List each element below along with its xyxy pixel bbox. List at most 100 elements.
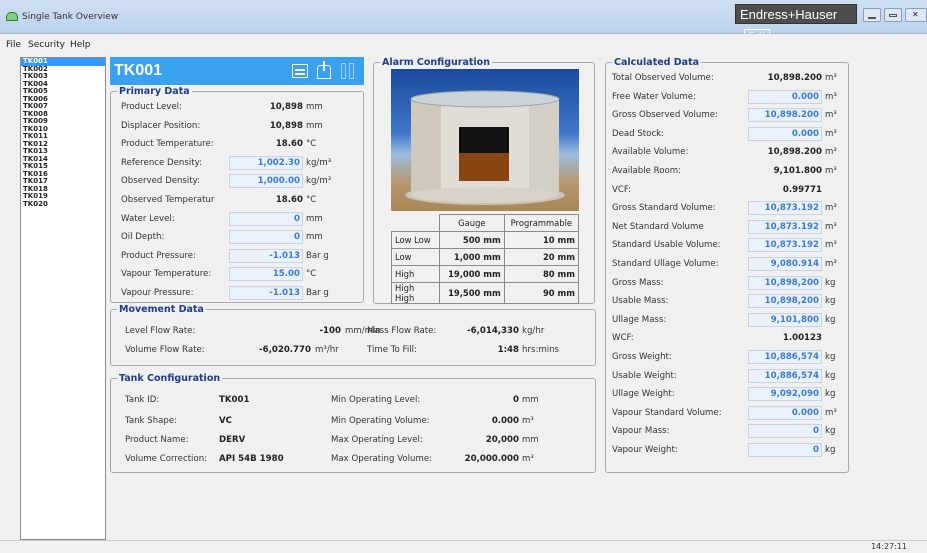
calculated-value: 10,898.200 bbox=[748, 108, 822, 123]
primary-value: -1.013 bbox=[229, 248, 303, 263]
primary-value: -1.013 bbox=[229, 286, 303, 300]
primary-value: 10,898 bbox=[269, 120, 303, 131]
calculated-unit: m³ bbox=[825, 259, 837, 269]
calculated-value: 9,092,090 bbox=[748, 387, 822, 402]
min-level-value: 0 bbox=[513, 395, 519, 405]
level-flow-label: Level Flow Rate: bbox=[125, 326, 196, 336]
max-level-label: Max Operating Level: bbox=[331, 435, 423, 445]
alarm-cell-label: Low bbox=[391, 248, 440, 266]
calculated-value: 0.000 bbox=[748, 89, 822, 104]
primary-unit: kg/m³ bbox=[306, 176, 332, 187]
calculated-unit: m³ bbox=[825, 203, 837, 214]
calculated-value: 0.000 bbox=[748, 405, 822, 420]
title-bar: Single Tank Overview Endress+Hauser E+H … bbox=[0, 0, 927, 43]
time-to-fill-label: Time To Fill: bbox=[367, 345, 417, 355]
alarm-cell-prog: 10 mm bbox=[503, 231, 580, 249]
menu-bar: File Security Help bbox=[0, 34, 927, 56]
close-button[interactable]: ✕ bbox=[905, 8, 927, 22]
calculated-label: Dead Stock: bbox=[612, 128, 665, 139]
tank-id-label: Tank ID: bbox=[125, 395, 160, 405]
primary-label: Vapour Pressure: bbox=[121, 288, 194, 298]
menu-security[interactable]: Security bbox=[28, 40, 65, 50]
calculated-label: Available Room: bbox=[612, 166, 681, 176]
calculated-value: 0 bbox=[748, 424, 822, 439]
primary-data-group: Primary Data Product Level: 10,898 mm Displ… bbox=[110, 86, 364, 303]
tank-config-title: Tank Configuration bbox=[117, 373, 223, 384]
volume-correction-value: API 54B 1980 bbox=[219, 454, 284, 464]
tank-list[interactable]: TK001 TK002 TK003 TK004 TK005 TK006 TK007 TK008… bbox=[20, 57, 106, 540]
alarm-cell-gauge: 1,000 mm bbox=[439, 248, 505, 266]
calculated-unit: m³ bbox=[825, 166, 837, 176]
primary-value: 18.60 bbox=[275, 195, 303, 205]
alarm-row: Low 1,000 mm 20 mm bbox=[391, 248, 580, 266]
calculated-label: Vapour Mass: bbox=[612, 426, 670, 437]
calculated-value: 0.99771 bbox=[782, 184, 822, 195]
alarm-config-title: Alarm Configuration bbox=[380, 57, 492, 68]
max-level-unit: mm bbox=[522, 435, 539, 445]
alarm-cell-label: High bbox=[391, 265, 440, 283]
minimize-button[interactable] bbox=[863, 8, 881, 22]
primary-label: Displacer Position: bbox=[121, 120, 201, 131]
calculated-unit: kg bbox=[825, 426, 836, 437]
primary-unit: mm bbox=[306, 102, 323, 112]
list-view-icon[interactable] bbox=[290, 61, 310, 81]
mass-flow-unit: kg/hr bbox=[522, 326, 545, 336]
tank-config-group: Tank Configuration Tank ID: TK001 Tank S… bbox=[110, 373, 596, 473]
primary-unit: kg/m³ bbox=[306, 157, 332, 168]
tank-illustration bbox=[405, 90, 565, 205]
calculated-unit: m³ bbox=[825, 147, 837, 158]
calculated-value: 10,873.192 bbox=[748, 219, 822, 234]
calculated-value: 10,898,200 bbox=[748, 275, 822, 290]
calculated-value: 10,898,200 bbox=[748, 294, 822, 309]
tank-view-icon[interactable] bbox=[314, 61, 334, 81]
calculated-unit: m³ bbox=[825, 73, 837, 83]
calculated-unit: m³ bbox=[825, 110, 837, 121]
alarm-cell-gauge: 19,000 mm bbox=[439, 265, 505, 283]
alarm-row: High 19,000 mm 80 mm bbox=[391, 265, 580, 283]
calculated-label: Total Observed Volume: bbox=[612, 73, 714, 83]
tank-product-indicator bbox=[459, 153, 509, 181]
calculated-unit: kg bbox=[825, 370, 836, 381]
calculated-value: 10,886,574 bbox=[748, 350, 822, 364]
menu-help[interactable]: Help bbox=[70, 40, 91, 50]
min-volume-label: Min Operating Volume: bbox=[331, 416, 430, 426]
alarm-cell-gauge: 19,500 mm bbox=[439, 282, 505, 304]
calculated-label: Ullage Mass: bbox=[612, 314, 667, 325]
alarm-row: High High 19,500 mm 90 mm bbox=[391, 282, 580, 304]
calculated-label: Standard Ullage Volume: bbox=[612, 259, 719, 269]
primary-unit: °C bbox=[306, 195, 317, 205]
primary-label: Observed Temperatur bbox=[121, 195, 215, 205]
movement-data-group: Movement Data Level Flow Rate: -100 mm/m… bbox=[110, 304, 596, 366]
calculated-unit: kg bbox=[825, 389, 836, 400]
level-flow-value: -100 bbox=[319, 326, 341, 336]
primary-value: 0 bbox=[229, 211, 303, 226]
max-volume-label: Max Operating Volume: bbox=[331, 454, 433, 464]
alarm-header-programmable: Programmable bbox=[503, 214, 580, 232]
time-to-fill-unit: hrs:mins bbox=[522, 345, 560, 355]
status-time: 14:27:11 bbox=[871, 542, 907, 551]
tank-header-title: TK001 bbox=[114, 62, 163, 79]
alarm-corner-cell bbox=[391, 214, 440, 232]
primary-unit: mm bbox=[306, 120, 323, 131]
calculated-label: Gross Mass: bbox=[612, 277, 664, 288]
primary-label: Reference Density: bbox=[121, 157, 202, 168]
calculated-value: 0.000 bbox=[748, 126, 822, 141]
primary-value: 10,898 bbox=[269, 102, 303, 112]
min-level-label: Min Operating Level: bbox=[331, 395, 421, 405]
calculated-unit: kg bbox=[825, 277, 836, 288]
primary-unit: Bar g bbox=[306, 288, 329, 298]
calculated-value: 0 bbox=[748, 443, 822, 457]
max-volume-unit: m³ bbox=[522, 454, 534, 464]
primary-value: 18.60 bbox=[275, 139, 303, 150]
maximize-button[interactable] bbox=[884, 8, 902, 22]
menu-file[interactable]: File bbox=[6, 40, 21, 50]
alarm-cell-gauge: 500 mm bbox=[439, 231, 505, 249]
primary-label: Observed Density: bbox=[121, 176, 201, 187]
calculated-label: Ullage Weight: bbox=[612, 389, 675, 400]
calculated-value: 10,873.192 bbox=[748, 238, 822, 253]
calculated-unit: m³ bbox=[825, 240, 837, 251]
tank-list-item[interactable]: TK020 bbox=[21, 200, 105, 209]
calculated-label: Usable Weight: bbox=[612, 370, 677, 381]
trend-view-icon[interactable] bbox=[338, 61, 358, 81]
calculated-data-title: Calculated Data bbox=[612, 57, 702, 68]
